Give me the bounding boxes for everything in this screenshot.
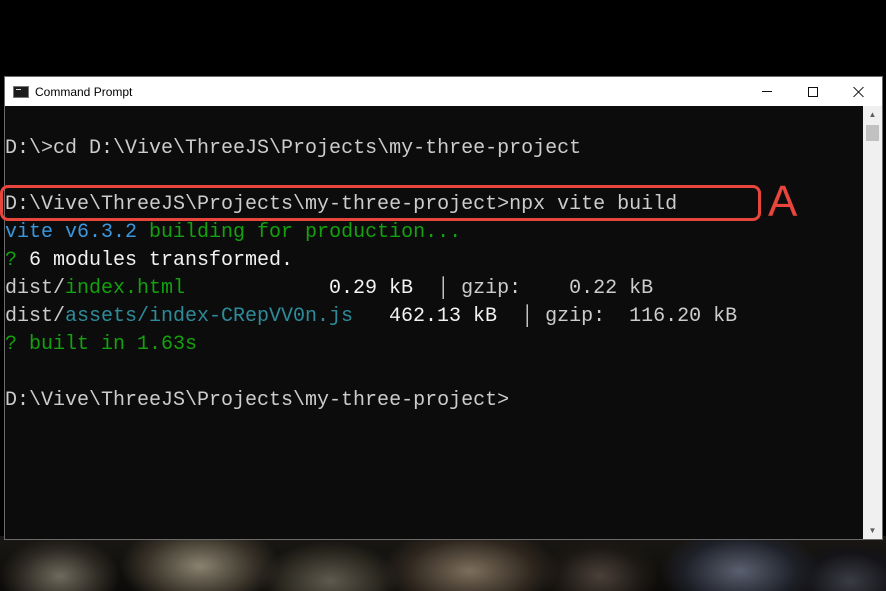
dist-dir-text: dist/: [5, 277, 66, 300]
file-size: 0.29 kB: [329, 277, 414, 300]
minimize-button[interactable]: [744, 77, 790, 106]
maximize-icon: [808, 86, 818, 97]
window-title: Command Prompt: [35, 84, 133, 99]
column-separator: │: [521, 305, 534, 328]
vertical-scrollbar[interactable]: ▲ ▼: [863, 106, 882, 539]
desktop-wallpaper: [0, 536, 886, 591]
modules-transformed-text: 6 modules transformed.: [17, 249, 294, 272]
file-size: 462.13 kB: [389, 305, 498, 328]
console-line: D:\>cd D:\Vive\ThreeJS\Projects\my-three…: [5, 135, 863, 163]
close-icon: [853, 86, 865, 98]
scroll-thumb[interactable]: [866, 125, 879, 141]
maximize-button[interactable]: [790, 77, 836, 106]
window-controls: [744, 77, 882, 106]
command-prompt-window[interactable]: Command Prompt D:\>cd D:\Vive\ThreeJS\Pr…: [4, 76, 883, 540]
annotation-label: A: [768, 177, 798, 226]
built-time-text: built in 1.63s: [17, 333, 198, 356]
output-file-name: assets/index-CRepVV0n.js: [65, 305, 354, 328]
gzip-label: gzip:: [545, 305, 606, 328]
annotation-highlight-box: [0, 185, 761, 221]
building-text: building for production...: [137, 221, 462, 244]
console-line: D:\Vive\ThreeJS\Projects\my-three-projec…: [5, 387, 863, 415]
console-app-icon: [13, 85, 29, 98]
gzip-size: 0.22 kB: [569, 277, 654, 300]
minimize-icon: [762, 91, 772, 92]
console-line: dist/index.html 0.29 kB │ gzip: 0.22 kB: [5, 275, 863, 303]
console-line: ? built in 1.63s: [5, 331, 863, 359]
vite-version-text: vite v6.3.2: [5, 221, 138, 244]
prompt-text: D:\Vive\ThreeJS\Projects\my-three-projec…: [5, 389, 510, 412]
scroll-down-arrow-icon[interactable]: ▼: [863, 522, 882, 539]
console-output[interactable]: D:\>cd D:\Vive\ThreeJS\Projects\my-three…: [5, 106, 863, 539]
prompt-text: D:\>: [5, 137, 54, 160]
scroll-up-arrow-icon[interactable]: ▲: [863, 106, 882, 123]
column-separator: │: [437, 277, 450, 300]
gzip-size: 116.20 kB: [629, 305, 738, 328]
gzip-label: gzip:: [461, 277, 522, 300]
close-button[interactable]: [836, 77, 882, 106]
output-file-name: index.html: [65, 277, 186, 300]
checkmark-glyph: ?: [5, 333, 18, 356]
title-bar[interactable]: Command Prompt: [5, 77, 882, 106]
console-line: ? 6 modules transformed.: [5, 247, 863, 275]
checkmark-glyph: ?: [5, 249, 18, 272]
dist-dir-text: dist/: [5, 305, 66, 328]
command-text: cd D:\Vive\ThreeJS\Projects\my-three-pro…: [53, 137, 582, 160]
console-line: vite v6.3.2 building for production...: [5, 219, 863, 247]
console-line: dist/assets/index-CRepVV0n.js 462.13 kB │…: [5, 303, 863, 331]
